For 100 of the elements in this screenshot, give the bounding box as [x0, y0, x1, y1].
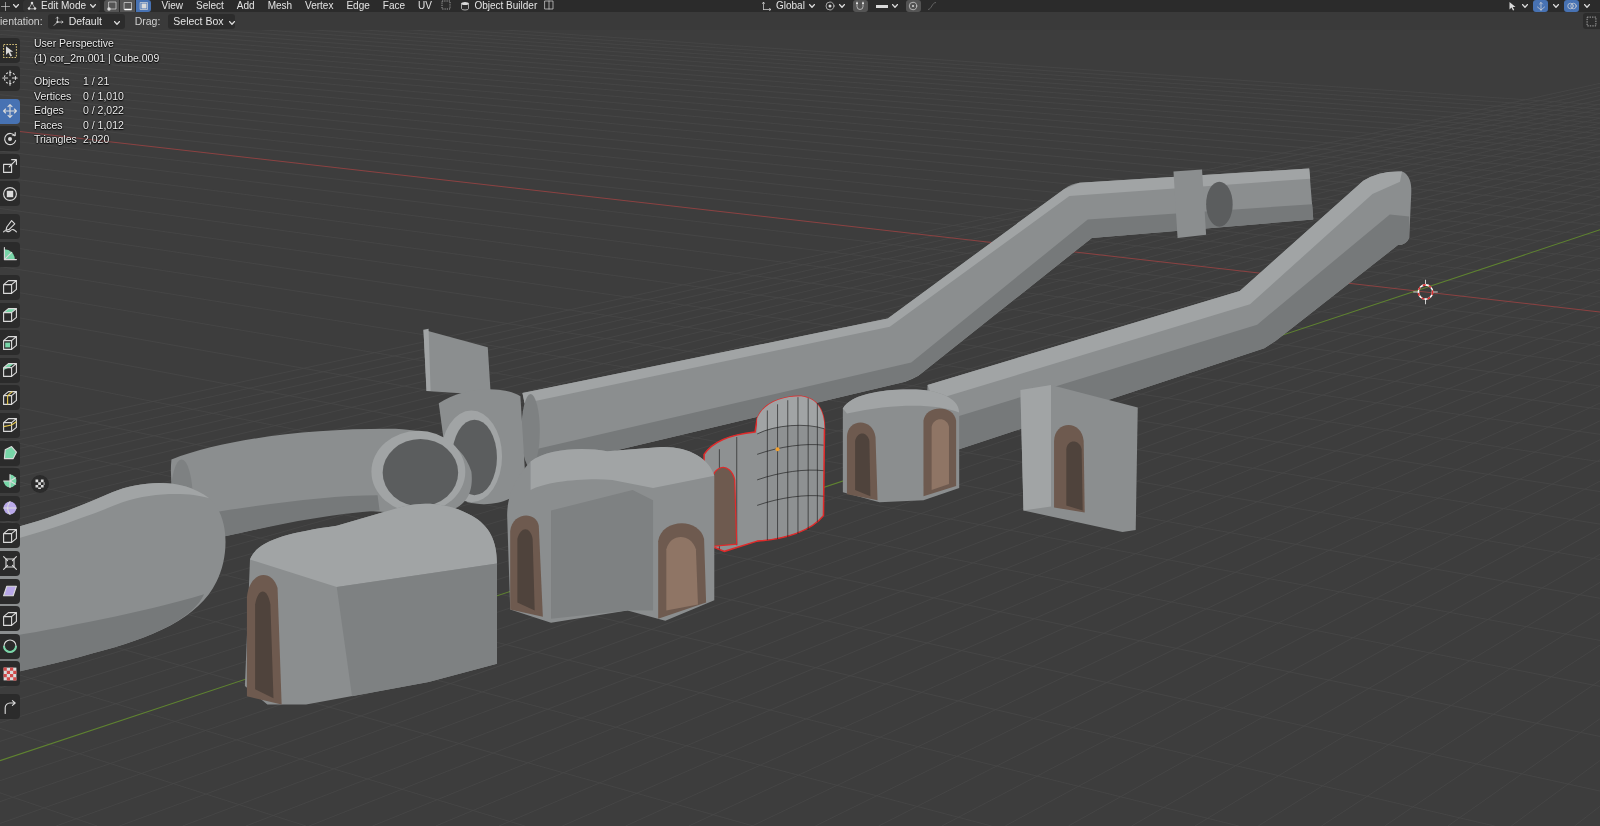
dashed-square-icon	[1586, 15, 1597, 27]
addon-menu[interactable]: Object Builder	[457, 0, 541, 12]
tool-button[interactable]	[0, 98, 20, 124]
tool-button[interactable]	[0, 274, 20, 300]
editor-type-button[interactable]	[0, 0, 20, 12]
drag-label: Drag:	[134, 15, 161, 27]
checker-icon	[2, 665, 18, 682]
cube-loop-cut-icon	[2, 389, 18, 406]
cube-inset-icon	[2, 334, 18, 351]
tool-button[interactable]	[0, 214, 20, 240]
tool-button[interactable]	[0, 65, 20, 91]
tool-button[interactable]	[0, 694, 20, 720]
overlapping-circles-icon	[1566, 1, 1577, 11]
select-mode-button[interactable]	[136, 0, 152, 12]
cube-icon	[2, 610, 18, 627]
menu-item[interactable]: Add	[230, 0, 262, 12]
square-edge-icon	[122, 1, 133, 11]
caret-icon[interactable]	[1553, 4, 1559, 8]
select-mode-button[interactable]	[120, 0, 136, 12]
tool-button[interactable]	[0, 606, 20, 632]
cube-knife-icon	[2, 417, 18, 434]
protractor-icon	[2, 246, 18, 263]
tool-button[interactable]	[0, 661, 20, 687]
view-name: User Perspective	[34, 36, 115, 51]
tool-button[interactable]	[0, 330, 20, 356]
bar-icon	[875, 4, 888, 8]
stat-label: Triangles	[34, 132, 78, 147]
checker-icon[interactable]	[31, 475, 49, 493]
gizmo-toggle[interactable]	[1533, 0, 1548, 12]
stat-label: Vertices	[34, 88, 73, 103]
tool-button[interactable]	[0, 181, 20, 207]
polygon-icon	[2, 445, 18, 462]
corner-arrow-icon	[2, 698, 18, 715]
crosshair-icon	[2, 70, 18, 87]
vertices-icon	[27, 1, 37, 11]
cube-top-face-icon	[2, 307, 18, 324]
magnet-icon	[855, 1, 866, 11]
tool-button[interactable]	[0, 440, 20, 466]
axes-arrows-icon	[1535, 1, 1546, 11]
cube-bevel-icon	[2, 362, 18, 379]
tool-button[interactable]	[0, 578, 20, 604]
square-vertex-icon	[106, 1, 117, 11]
menu-item[interactable]: Vertex	[298, 0, 340, 12]
axes-icon	[762, 1, 772, 11]
pivot-icon	[824, 1, 835, 11]
tool-button[interactable]	[0, 550, 20, 576]
tool-button[interactable]	[0, 357, 20, 383]
tool-button[interactable]	[0, 302, 20, 328]
stat-value: 2,020	[83, 132, 111, 147]
menu-item[interactable]: View	[155, 0, 190, 12]
pivot-dropdown[interactable]	[822, 0, 847, 12]
menu-item[interactable]: Edge	[339, 0, 377, 12]
tool-button[interactable]	[0, 38, 20, 63]
split-square-icon[interactable]	[544, 0, 555, 10]
pencil-icon	[2, 218, 18, 235]
cube-icon	[2, 279, 18, 296]
tool-settings-button[interactable]	[1583, 13, 1600, 29]
snap-toggle[interactable]	[852, 0, 868, 12]
proportional-editing-toggle[interactable]	[905, 0, 921, 12]
stat-value: 1 / 21	[83, 74, 111, 89]
caret-icon	[113, 21, 120, 25]
plus-icon	[1, 1, 10, 11]
menu-item[interactable]: UV	[411, 0, 439, 12]
caret-icon	[891, 4, 898, 8]
tool-button[interactable]	[0, 633, 20, 659]
menu-item[interactable]: Face	[376, 0, 412, 12]
circle-icon	[908, 1, 919, 11]
stat-label: Faces	[34, 117, 64, 132]
menu-item[interactable]: Select	[189, 0, 231, 12]
transform-icon	[2, 185, 18, 202]
cylinder-icon	[460, 1, 471, 11]
overlay-toggle[interactable]	[1564, 0, 1579, 12]
tool-button[interactable]	[0, 241, 20, 267]
menu-item[interactable]: Mesh	[261, 0, 299, 12]
pointer-icon[interactable]	[1507, 1, 1517, 11]
tool-button[interactable]	[0, 126, 20, 152]
crosshair-cursor-icon	[1412, 279, 1439, 305]
dashed-square-icon[interactable]	[441, 0, 452, 10]
stat-value: 0 / 1,010	[83, 88, 125, 103]
caret-icon	[808, 4, 815, 8]
tool-button[interactable]	[0, 412, 20, 438]
caret-icon	[838, 4, 845, 8]
stat-value: 0 / 1,012	[83, 117, 125, 132]
tool-button[interactable]	[0, 523, 20, 549]
tool-button[interactable]	[0, 385, 20, 411]
caret-icon[interactable]	[1522, 4, 1528, 8]
drag-dropdown[interactable]: Select Box	[168, 13, 236, 29]
stat-label: Edges	[34, 103, 65, 118]
transform-orientation-dropdown[interactable]: Global	[760, 0, 817, 12]
tool-button[interactable]	[0, 495, 20, 521]
tool-button[interactable]	[0, 468, 20, 494]
stat-label: Objects	[34, 74, 71, 89]
mode-dropdown[interactable]: Edit Mode	[23, 0, 101, 12]
caret-icon	[13, 4, 19, 8]
active-object-name: (1) cor_2m.001 | Cube.009	[34, 51, 160, 66]
orientation-dropdown[interactable]: Default	[47, 13, 125, 29]
cross-arrows-icon	[2, 555, 18, 572]
tool-button[interactable]	[0, 153, 20, 179]
caret-icon[interactable]	[1584, 4, 1590, 8]
select-mode-button[interactable]	[104, 0, 120, 12]
